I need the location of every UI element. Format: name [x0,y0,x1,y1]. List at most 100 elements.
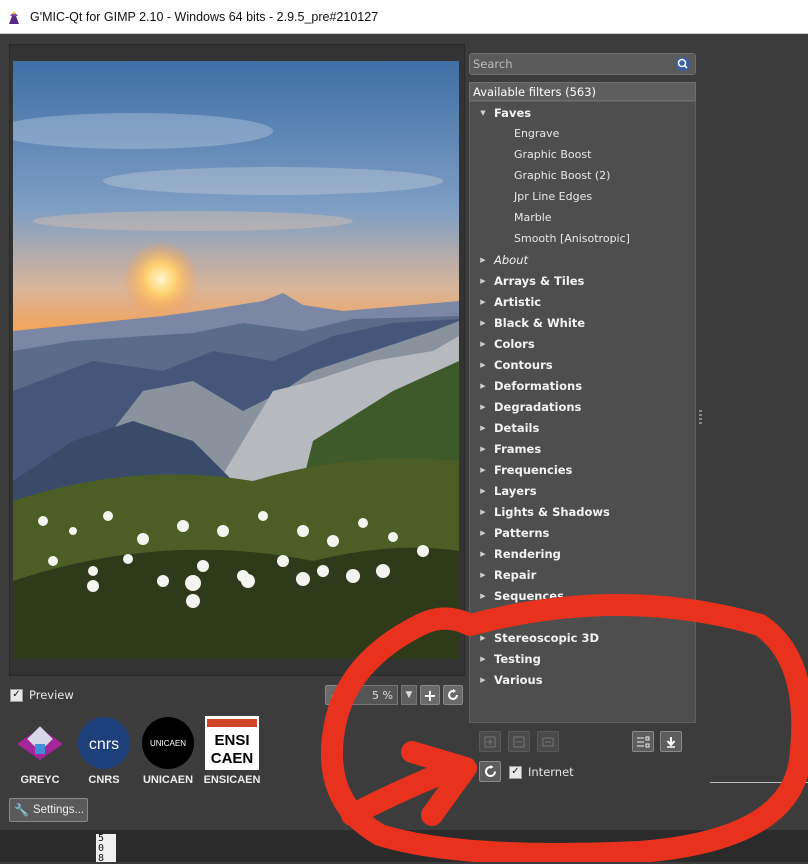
collapsed-arrow-icon[interactable]: ▶ [478,508,488,516]
tree-category[interactable]: ▶ Frames [470,438,541,459]
collapsed-arrow-icon[interactable]: ▶ [478,445,488,453]
collapsed-arrow-icon[interactable]: ▶ [478,256,488,264]
tree-category[interactable]: ▶ Lights & Shadows [470,501,610,522]
collapsed-arrow-icon[interactable]: ▶ [478,298,488,306]
collapsed-arrow-icon[interactable]: ▶ [478,382,488,390]
category-label: Testing [494,651,541,666]
ensicaen-label: ENSICAEN [203,774,261,786]
filter-item[interactable]: Graphic Boost (2) [470,165,610,186]
category-label: Frames [494,441,542,456]
settings-label: Settings... [32,804,85,816]
tree-category[interactable]: ▶ Details [470,417,539,438]
unicaen-label: UNICAEN [142,774,194,786]
tree-category[interactable]: ▶ Colors [470,333,534,354]
collapsed-arrow-icon[interactable]: ▶ [478,634,488,642]
preview-label: Preview [29,688,74,702]
cnrs-logo[interactable]: cnrs CNRS [76,716,132,786]
collapsed-arrow-icon[interactable]: ▶ [478,676,488,684]
zoom-out-icon[interactable]: – [325,685,345,705]
collapsed-arrow-icon[interactable]: ▶ [478,487,488,495]
tree-category[interactable]: ▶ Repair [470,564,536,585]
filter-toolbar-right [632,731,682,752]
search-placeholder: Search [473,57,513,71]
reset-zoom-icon[interactable] [443,685,463,705]
zoom-dropdown-icon[interactable]: ▼ [401,685,417,705]
tree-category[interactable]: ▶ Contours [470,354,552,375]
search-input[interactable]: Search [469,53,696,75]
tree-category[interactable]: ▶ Rendering [470,543,561,564]
collapsed-arrow-icon[interactable]: ▶ [478,340,488,348]
tree-category[interactable]: ▶ Layers [470,480,537,501]
ensicaen-mark-text-2: CAEN [211,750,254,767]
internet-toggle[interactable]: ✓ Internet [509,765,574,779]
collapsed-arrow-icon[interactable]: ▶ [478,319,488,327]
collapsed-arrow-icon[interactable]: ▶ [478,466,488,474]
settings-button[interactable]: 🔧 Settings... [9,798,88,822]
refresh-filters-button[interactable] [479,761,501,782]
category-label: Black & White [494,315,586,330]
category-label: Patterns [494,525,550,540]
tree-category[interactable]: ▶ Black & White [470,312,585,333]
collapsed-arrow-icon[interactable]: ▶ [478,571,488,579]
filter-item[interactable]: Marble [470,207,552,228]
tree-category[interactable]: ▶ Frequencies [470,459,572,480]
tree-category[interactable]: ▶ Deformations [470,375,582,396]
collapsed-arrow-icon[interactable]: ▶ [478,277,488,285]
category-label: Artistic [494,294,542,309]
splitter-handle[interactable] [699,410,702,426]
annotation-arrowhead [401,741,477,826]
unicaen-logo[interactable]: UNICAEN UNICAEN [140,716,196,786]
cnrs-mark-text: cnrs [89,736,119,753]
tree-category[interactable]: ▶ Stereoscopic 3D [470,627,599,648]
remove-fave-icon[interactable] [508,731,530,752]
internet-checkbox[interactable]: ✓ [509,765,522,779]
preview-image[interactable] [13,61,459,659]
cnrs-icon: cnrs [77,716,131,770]
side-ruler: 5 0 8 [96,834,116,864]
preview-toggle[interactable]: ✓ Preview [10,688,74,702]
unicaen-icon: UNICAEN [141,716,195,770]
collapsed-arrow-icon[interactable]: ▶ [478,655,488,663]
collapsed-arrow-icon[interactable]: ▶ [478,592,488,600]
collapsed-arrow-icon[interactable]: ▶ [478,550,488,558]
zoom-value[interactable]: 5 % [348,685,398,705]
category-label: Repair [494,567,537,582]
ruler-char: 8 [98,853,105,864]
tree-category-faves[interactable]: ▼ Faves [470,102,531,123]
collapsed-arrow-icon[interactable]: ▶ [478,403,488,411]
bottom-strip [0,830,808,862]
add-fave-icon[interactable] [479,731,501,752]
internet-label: Internet [528,765,574,779]
filter-item[interactable]: Smooth [Anisotropic] [470,228,630,249]
tree-category-about[interactable]: ▶ About [470,249,528,270]
filter-item[interactable]: Graphic Boost [470,144,591,165]
filter-item[interactable]: Engrave [470,123,559,144]
download-icon[interactable] [660,731,682,752]
collapsed-arrow-icon[interactable]: ▶ [478,529,488,537]
ensicaen-icon: ENSI CAEN [205,716,259,770]
zoom-in-icon[interactable]: + [420,685,440,705]
tree-category[interactable]: ▶ Various [470,669,542,690]
category-label: Layers [494,483,537,498]
preview-checkbox[interactable]: ✓ [10,688,23,702]
expanded-arrow-icon[interactable]: ▼ [478,109,488,117]
select-filters-icon[interactable] [632,731,654,752]
collapsed-arrow-icon[interactable]: ▶ [478,424,488,432]
filter-item[interactable]: Jpr Line Edges [470,186,592,207]
search-icon[interactable] [674,55,692,73]
tree-category[interactable]: ▶ Patterns [470,522,549,543]
category-label: Arrays & Tiles [494,273,585,288]
tree-category[interactable]: ▶ Sequences [470,585,564,606]
filter-tree: ▼ Faves Engrave Graphic Boost Graphic Bo… [469,101,696,723]
rename-fave-icon[interactable] [537,731,559,752]
tree-category[interactable]: ▶ Arrays & Tiles [470,270,584,291]
greyc-logo[interactable]: GREYC [12,716,68,786]
category-label: Faves [494,105,532,120]
tree-category[interactable]: ▶ Testing [470,648,541,669]
tree-category[interactable]: ▶ Artistic [470,291,541,312]
zoom-controls: – 5 % ▼ + [325,683,465,707]
filter-toolbar [479,731,559,752]
ensicaen-logo[interactable]: ENSI CAEN ENSICAEN [204,716,260,786]
tree-category[interactable]: ▶ Degradations [470,396,581,417]
collapsed-arrow-icon[interactable]: ▶ [478,361,488,369]
